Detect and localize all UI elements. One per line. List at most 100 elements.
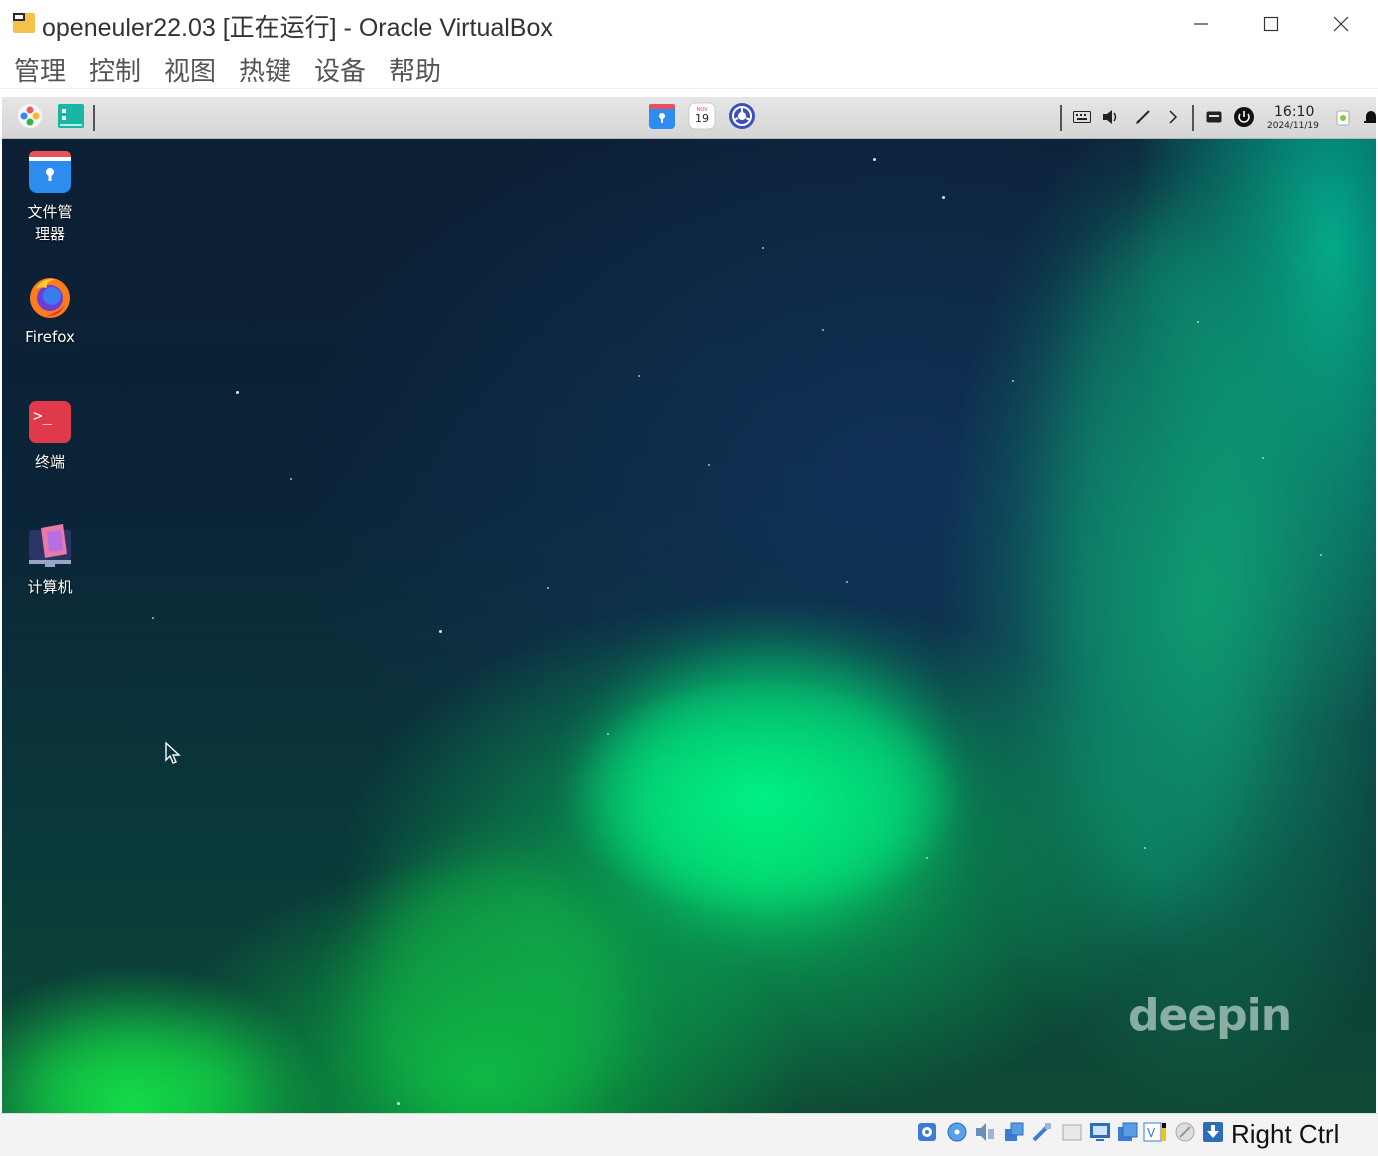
audio-icon	[974, 1121, 996, 1148]
star	[1144, 847, 1146, 849]
desktop-firefox[interactable]: Firefox	[10, 274, 90, 348]
star	[873, 158, 876, 161]
launcher-icon	[17, 103, 43, 134]
shared-folder-indicator[interactable]	[1060, 1122, 1084, 1146]
display-indicator[interactable]	[1088, 1122, 1112, 1146]
menu-bar: 管理 控制 视图 热键 设备 帮助	[0, 48, 1378, 89]
mouse-integration-icon	[1174, 1121, 1196, 1148]
aurora-glow	[362, 857, 622, 1113]
cpu-icon: V	[1143, 1120, 1167, 1149]
star	[290, 478, 292, 480]
terminal-glyph: >_	[33, 406, 53, 425]
star	[607, 733, 609, 735]
host-key-label: Right Ctrl	[1231, 1119, 1340, 1149]
desktop-icon-label: 计算机	[27, 578, 73, 596]
shared-folder-icon	[1061, 1121, 1083, 1148]
minimize-icon	[1193, 16, 1209, 32]
keyboard-capture-indicator[interactable]	[1201, 1121, 1225, 1148]
menu-manage[interactable]: 管理	[14, 51, 66, 88]
star	[762, 247, 764, 249]
close-button[interactable]	[1318, 8, 1364, 40]
deepin-top-panel: NOV 19 16:10 2024/11/19	[2, 97, 1376, 139]
volume-icon	[1102, 109, 1120, 130]
svg-text:V: V	[1147, 1126, 1156, 1140]
power-icon	[1233, 106, 1255, 133]
desktop-icon-label: 终端	[34, 453, 65, 471]
keyboard-icon	[1073, 110, 1091, 128]
cpu-indicator[interactable]: V	[1143, 1122, 1167, 1146]
notification-button[interactable]	[1360, 108, 1376, 130]
keyboard-capture-icon	[1202, 1121, 1224, 1148]
mouse-cursor-icon	[165, 741, 181, 769]
chevron-right-icon	[1168, 109, 1178, 129]
maximize-button[interactable]	[1248, 8, 1294, 40]
dock-settings[interactable]	[728, 102, 756, 132]
desktop-terminal[interactable]: >_ 终端	[10, 399, 90, 473]
multitask-button[interactable]	[57, 103, 85, 132]
dock-file-manager[interactable]	[648, 102, 676, 135]
clock-time[interactable]: 16:10	[1274, 104, 1314, 120]
vm-display[interactable]: NOV 19 16:10 2024/11/19 文件管 理器 Firefox >…	[2, 97, 1376, 1113]
trash-icon	[1335, 108, 1351, 131]
mouse-integration-indicator[interactable]	[1173, 1122, 1197, 1146]
hard-disk-indicator[interactable]	[915, 1122, 939, 1146]
star	[822, 329, 824, 331]
pen-button[interactable]	[1132, 108, 1154, 130]
network-indicator[interactable]	[1002, 1122, 1026, 1146]
star	[942, 196, 945, 199]
desktop-file-manager[interactable]: 文件管 理器	[10, 149, 90, 245]
menu-devices[interactable]: 设备	[314, 51, 366, 88]
maximize-icon	[1263, 16, 1279, 32]
panel-separator	[1192, 105, 1194, 131]
virtualbox-app-icon	[12, 11, 36, 35]
expand-tray-button[interactable]	[1162, 108, 1184, 130]
aurora-glow	[1052, 217, 1272, 917]
terminal-icon: >_	[27, 399, 73, 445]
optical-drive-indicator[interactable]	[945, 1122, 969, 1146]
deepin-watermark: deepin	[1128, 990, 1292, 1041]
star	[397, 1102, 400, 1105]
keyboard-layout-button[interactable]	[1203, 108, 1225, 130]
close-icon	[1333, 16, 1349, 32]
dock-calendar[interactable]: NOV 19	[688, 102, 716, 132]
desktop-icon-label: 文件管	[27, 203, 73, 221]
aurora-glow	[602, 657, 942, 917]
star	[638, 375, 640, 377]
recording-indicator[interactable]	[1116, 1122, 1140, 1146]
menu-view[interactable]: 视图	[164, 51, 216, 88]
window-title: openeuler22.03 [正在运行] - Oracle VirtualBo…	[42, 14, 553, 42]
menu-control[interactable]: 控制	[89, 51, 141, 88]
desktop-icon-label: Firefox	[25, 328, 75, 346]
volume-button[interactable]	[1100, 108, 1122, 130]
desktop-icon-label: 理器	[34, 225, 65, 243]
file-manager-icon	[648, 102, 676, 135]
launcher-button[interactable]	[16, 103, 44, 134]
keyboard-layout-icon	[1206, 110, 1222, 128]
hard-disk-icon	[916, 1121, 938, 1148]
aurora-glow	[22, 1027, 262, 1113]
star	[1197, 321, 1199, 323]
optical-drive-icon	[946, 1121, 968, 1148]
clock-date: 2024/11/19	[1267, 121, 1319, 131]
desktop-computer[interactable]: 计算机	[10, 524, 90, 598]
file-manager-icon	[27, 149, 73, 195]
computer-icon	[27, 524, 73, 570]
display-icon	[1089, 1121, 1111, 1148]
menu-hotkeys[interactable]: 热键	[239, 51, 291, 88]
network-icon	[1003, 1121, 1025, 1148]
audio-indicator[interactable]	[973, 1122, 997, 1146]
calendar-day: 19	[695, 112, 709, 125]
minimize-button[interactable]	[1178, 8, 1224, 40]
star	[1320, 554, 1322, 556]
pen-icon	[1135, 109, 1151, 130]
menu-help[interactable]: 帮助	[389, 51, 441, 88]
power-button[interactable]	[1233, 106, 1255, 133]
usb-indicator[interactable]	[1030, 1122, 1054, 1146]
star	[152, 617, 154, 619]
panel-separator	[93, 105, 95, 131]
trash-button[interactable]	[1332, 108, 1354, 130]
star	[1012, 380, 1014, 382]
onscreen-keyboard-button[interactable]	[1071, 108, 1093, 130]
star	[926, 857, 928, 859]
usb-icon	[1031, 1121, 1053, 1148]
